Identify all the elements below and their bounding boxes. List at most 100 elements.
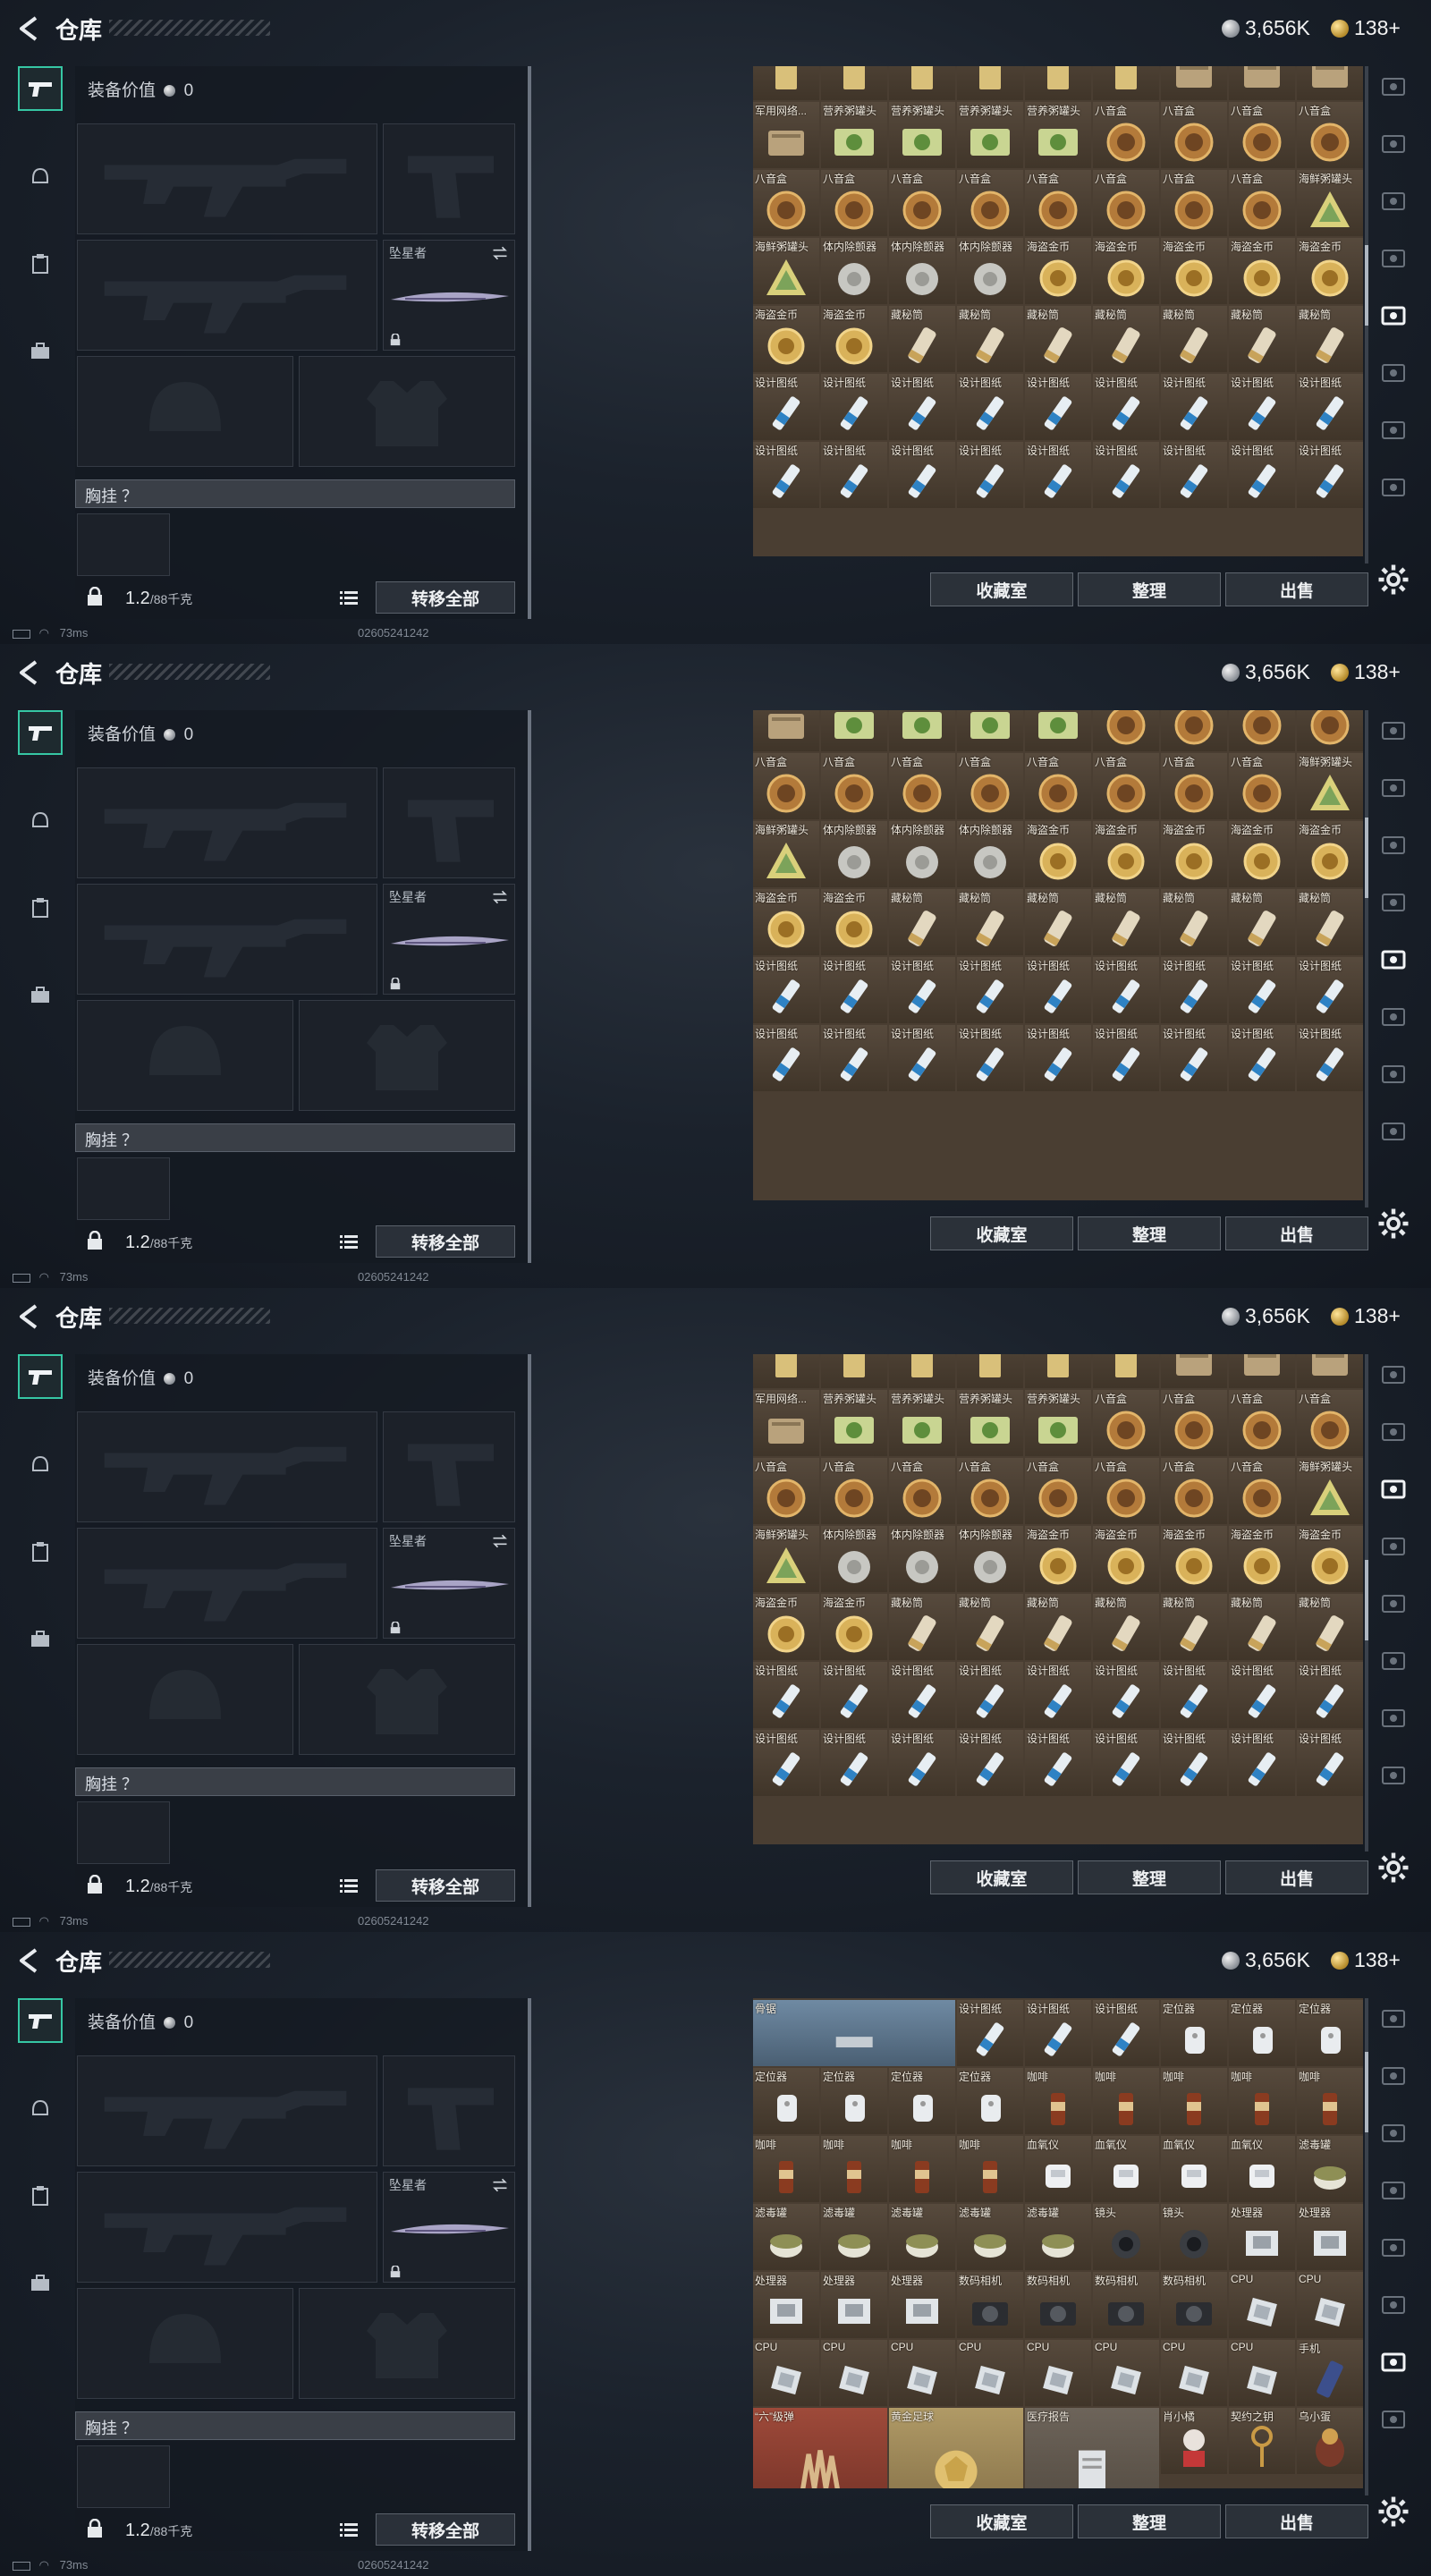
rail-storage-tab[interactable] <box>1379 1760 1410 1791</box>
inventory-cell[interactable]: 海鲜粥罐头 <box>753 821 819 887</box>
rail-tv-storage-tab[interactable] <box>1379 129 1410 159</box>
inventory-cell[interactable]: 设计图纸 <box>957 374 1023 440</box>
swap-arrows-icon[interactable] <box>491 244 509 262</box>
nav-clipboard-tab[interactable] <box>18 886 63 930</box>
inventory-cell[interactable]: 体内除颤器 <box>889 1526 955 1592</box>
inventory-cell[interactable]: 海盗金币 <box>1025 1526 1091 1592</box>
inventory-cell[interactable]: 设计图纸 <box>753 1025 819 1091</box>
gear-icon[interactable] <box>1377 1852 1410 1884</box>
inventory-cell[interactable]: 纯金打火机 <box>957 1354 1023 1388</box>
chest-rig-slot[interactable] <box>77 1157 170 1220</box>
inventory-cell[interactable]: 八音盒 <box>753 1458 819 1524</box>
inventory-cell[interactable]: 设计图纸 <box>1161 1662 1227 1728</box>
inventory-cell[interactable]: 设计图纸 <box>1161 957 1227 1023</box>
pistol-slot[interactable] <box>383 2055 515 2166</box>
nav-weapon-tab[interactable] <box>18 66 63 111</box>
inventory-cell[interactable]: 设计图纸 <box>889 957 955 1023</box>
inventory-cell[interactable]: 设计图纸 <box>889 1025 955 1091</box>
inventory-cell[interactable]: CPU <box>821 2340 887 2406</box>
inventory-cell[interactable]: 军用网络... <box>1229 66 1295 100</box>
inventory-cell[interactable]: 藏秘筒 <box>1093 889 1159 955</box>
warehouse-grid[interactable]: 纯金打火机纯金打火机纯金打火机纯金打火机纯金打火机纯金打火机军用网络...军用网… <box>753 66 1363 556</box>
rail-backpack-tab[interactable] <box>1379 1360 1410 1390</box>
inventory-cell[interactable]: 海盗金币 <box>753 306 819 372</box>
inventory-cell[interactable]: 设计图纸 <box>821 1662 887 1728</box>
inventory-cell[interactable]: 海盗金币 <box>753 1594 819 1660</box>
inventory-cell[interactable]: 纯金打火机 <box>1025 1354 1091 1388</box>
inventory-cell[interactable]: 军用网络... <box>1161 1354 1227 1388</box>
inventory-cell[interactable]: 黄金足球 <box>889 2408 1023 2488</box>
nav-clipboard-tab[interactable] <box>18 2174 63 2218</box>
swap-arrows-icon[interactable] <box>491 888 509 906</box>
inventory-cell[interactable]: 纯金打火机 <box>821 1354 887 1388</box>
nav-weapon-tab[interactable] <box>18 1998 63 2043</box>
inventory-cell[interactable]: 营养粥罐头 <box>1025 102 1091 168</box>
rail-storage-tab[interactable] <box>1379 945 1410 975</box>
primary-weapon-slot[interactable] <box>77 767 377 878</box>
helmet-slot[interactable] <box>77 1644 293 1755</box>
inventory-cell[interactable]: 八音盒 <box>957 1458 1023 1524</box>
inventory-cell[interactable]: 设计图纸 <box>821 1025 887 1091</box>
inventory-cell[interactable]: 纯金打火机 <box>1093 1354 1159 1388</box>
inventory-cell[interactable]: 藏秘筒 <box>889 889 955 955</box>
inventory-cell[interactable]: 设计图纸 <box>1093 1025 1159 1091</box>
rail-storage-tab[interactable] <box>1379 1116 1410 1147</box>
inventory-cell[interactable]: 设计图纸 <box>957 1730 1023 1796</box>
inventory-cell[interactable]: 定位器 <box>1297 2000 1363 2066</box>
inventory-cell[interactable]: 军用网络... <box>753 102 819 168</box>
nav-helmet-tab[interactable] <box>18 154 63 199</box>
inventory-cell[interactable]: 咖啡 <box>1161 2068 1227 2134</box>
chest-rig-slot[interactable] <box>77 2445 170 2508</box>
pistol-slot[interactable] <box>383 123 515 234</box>
inventory-cell[interactable]: 纯金打火机 <box>1093 66 1159 100</box>
inventory-cell[interactable]: 海盗金币 <box>1025 238 1091 304</box>
grid-scrollbar[interactable] <box>1365 710 1368 1208</box>
inventory-cell[interactable]: 设计图纸 <box>1161 374 1227 440</box>
inventory-cell[interactable]: 设计图纸 <box>957 1662 1023 1728</box>
scrollbar-thumb[interactable] <box>1365 1560 1368 1640</box>
inventory-cell[interactable]: 海盗金币 <box>1161 238 1227 304</box>
inventory-cell[interactable]: 八音盒 <box>1229 1458 1295 1524</box>
warehouse-grid[interactable]: 骨锯 设计图纸 设计图纸 设计图纸 定位器 定位器 定位器 定位器 定位器 定位器 定位器 咖啡 咖啡咖… <box>753 1998 1363 2488</box>
inventory-cell[interactable]: 藏秘筒 <box>1025 1594 1091 1660</box>
nav-briefcase-tab[interactable] <box>18 2261 63 2306</box>
inventory-cell[interactable]: 八音盒 <box>1025 1458 1091 1524</box>
inventory-cell[interactable]: 八音盒 <box>957 753 1023 819</box>
inventory-cell[interactable]: 定位器 <box>889 2068 955 2134</box>
helmet-slot[interactable] <box>77 1000 293 1111</box>
inventory-cell[interactable]: 军用网络... <box>1297 66 1363 100</box>
inventory-cell[interactable]: 设计图纸 <box>1297 957 1363 1023</box>
inventory-cell[interactable]: 八音盒 <box>1297 710 1363 751</box>
inventory-cell[interactable]: 骨锯 <box>753 2000 955 2066</box>
inventory-cell[interactable]: 八音盒 <box>753 753 819 819</box>
melee-slot[interactable]: 坠星者 <box>383 2172 515 2283</box>
inventory-cell[interactable]: 营养粥罐头 <box>821 102 887 168</box>
inventory-cell[interactable]: 设计图纸 <box>1297 1662 1363 1728</box>
inventory-cell[interactable]: 八音盒 <box>889 753 955 819</box>
inventory-cell[interactable]: 定位器 <box>753 2068 819 2134</box>
inventory-cell[interactable]: 数码相机 <box>1025 2272 1091 2338</box>
inventory-cell[interactable]: 海盗金币 <box>1297 238 1363 304</box>
inventory-cell[interactable]: 处理器 <box>753 2272 819 2338</box>
secondary-weapon-slot[interactable] <box>77 2172 377 2283</box>
inventory-cell[interactable]: 咖啡 <box>821 2136 887 2202</box>
inventory-cell[interactable]: 定位器 <box>1161 2000 1227 2066</box>
inventory-cell[interactable]: 军用网络... <box>1297 1354 1363 1388</box>
rail-storage-tab[interactable] <box>1379 1646 1410 1676</box>
inventory-cell[interactable]: 藏秘筒 <box>957 306 1023 372</box>
rail-tv-storage-tab[interactable] <box>1379 1474 1410 1504</box>
inventory-cell[interactable]: 设计图纸 <box>889 442 955 508</box>
inventory-cell[interactable]: 设计图纸 <box>1229 374 1295 440</box>
inventory-cell[interactable]: 设计图纸 <box>1297 442 1363 508</box>
inventory-cell[interactable]: 藏秘筒 <box>1297 1594 1363 1660</box>
inventory-cell[interactable]: 八音盒 <box>1093 170 1159 236</box>
inventory-cell[interactable]: 藏秘筒 <box>1093 1594 1159 1660</box>
transfer-all-button[interactable]: 转移全部 <box>376 1225 515 1258</box>
inventory-cell[interactable]: 设计图纸 <box>821 957 887 1023</box>
transfer-all-button[interactable]: 转移全部 <box>376 2513 515 2546</box>
inventory-cell[interactable]: 设计图纸 <box>1161 1730 1227 1796</box>
gear-icon[interactable] <box>1377 1208 1410 1240</box>
inventory-cell[interactable]: 滤毒罐 <box>957 2204 1023 2270</box>
inventory-cell[interactable]: 设计图纸 <box>1025 1025 1091 1091</box>
rail-storage-tab[interactable] <box>1379 1703 1410 1733</box>
